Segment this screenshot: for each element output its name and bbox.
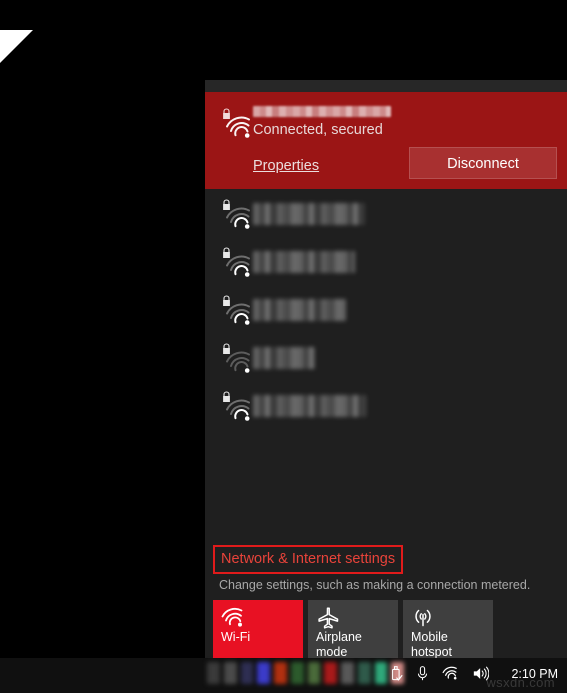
network-list-item[interactable] <box>205 383 567 431</box>
wifi-flyout-panel: Connected, secured Properties Disconnect <box>205 80 567 658</box>
connected-network-text: Connected, secured <box>253 106 567 140</box>
network-item-icons <box>219 343 253 375</box>
network-list-item[interactable] <box>205 287 567 335</box>
volume-icon[interactable] <box>472 666 489 681</box>
network-item-icons <box>219 247 253 279</box>
network-list-item[interactable] <box>205 335 567 383</box>
blurred-icon <box>223 662 237 684</box>
network-ssid-redacted <box>253 203 365 225</box>
network-item-icons <box>219 391 253 423</box>
blurred-icon <box>341 662 354 684</box>
blurred-icon <box>324 662 337 684</box>
wifi-icon[interactable] <box>442 666 459 681</box>
hotspot-icon <box>411 607 435 629</box>
network-list-item[interactable] <box>205 191 567 239</box>
desktop-corner-triangle <box>0 30 33 63</box>
settings-link-highlight-box: Network & Internet settings <box>213 545 404 574</box>
blurred-icon <box>240 662 254 684</box>
wifi-signal-icon <box>225 302 253 327</box>
blurred-icon <box>207 662 220 684</box>
wifi-signal-icon <box>225 115 253 140</box>
blurred-icon <box>307 662 321 684</box>
blurred-icon <box>274 662 287 684</box>
network-item-icons <box>219 199 253 231</box>
taskbar-clock[interactable]: 2:10 PM <box>511 667 558 681</box>
network-ssid-redacted <box>253 299 346 321</box>
quick-tile-label: Mobile hotspot <box>411 630 453 658</box>
connected-network-panel[interactable]: Connected, secured Properties Disconnect <box>205 92 567 189</box>
network-ssid-redacted <box>253 347 315 369</box>
taskbar-blurred-icons <box>207 662 404 689</box>
flyout-top-band <box>205 80 567 92</box>
blurred-icon <box>374 662 388 684</box>
properties-link[interactable]: Properties <box>253 158 319 174</box>
taskbar-tray-icons <box>390 665 489 682</box>
settings-subtext: Change settings, such as making a connec… <box>219 578 531 592</box>
blurred-icon <box>290 662 304 684</box>
connected-status-label: Connected, secured <box>253 122 383 138</box>
quick-tile-airplane-mode[interactable]: Airplane mode <box>308 600 398 658</box>
wifi-signal-icon <box>225 254 253 279</box>
network-ssid-redacted <box>253 395 366 417</box>
connected-network-icons <box>219 108 253 140</box>
quick-tile-label: Wi-Fi <box>221 630 251 644</box>
airplane-icon <box>316 607 340 629</box>
network-internet-settings-link[interactable]: Network & Internet settings <box>221 551 395 567</box>
blurred-icon <box>257 662 270 684</box>
disconnect-button[interactable]: Disconnect <box>409 147 557 179</box>
flyout-footer: Network & Internet settings Change setti… <box>205 545 567 658</box>
quick-tile-wifi[interactable]: Wi-Fi <box>213 600 303 658</box>
taskbar: 2:10 PM wsxdn.com <box>0 658 567 693</box>
microphone-icon[interactable] <box>416 665 429 682</box>
network-list-item[interactable] <box>205 239 567 287</box>
blurred-icon <box>357 662 371 684</box>
network-ssid-redacted <box>253 251 355 273</box>
wifi-signal-icon <box>225 398 253 423</box>
network-item-icons <box>219 295 253 327</box>
quick-tile-mobile-hotspot[interactable]: Mobile hotspot <box>403 600 493 658</box>
usb-icon[interactable] <box>390 665 403 682</box>
quick-action-tiles: Wi-Fi Airplane mode Mobile hotspot <box>205 600 567 658</box>
connected-ssid-redacted <box>253 106 391 117</box>
available-networks-list <box>205 189 567 431</box>
wifi-icon <box>221 607 245 629</box>
wifi-signal-icon <box>225 206 253 231</box>
wifi-signal-icon <box>225 350 253 375</box>
quick-tile-label: Airplane mode <box>316 630 362 658</box>
